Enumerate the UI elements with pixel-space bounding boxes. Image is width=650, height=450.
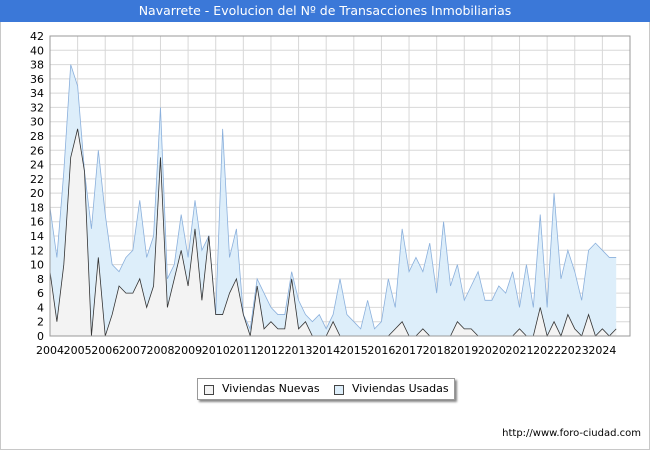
y-tick-label: 34: [30, 87, 44, 100]
y-tick-label: 20: [30, 187, 44, 200]
legend-label-usadas: Viviendas Usadas: [352, 382, 449, 395]
x-tick-label: 2010: [202, 344, 230, 357]
legend-label-nuevas: Viviendas Nuevas: [222, 382, 320, 395]
y-tick-label: 14: [30, 230, 44, 243]
x-tick-label: 2007: [119, 344, 147, 357]
y-tick-label: 32: [30, 101, 44, 114]
x-tick-label: 2017: [395, 344, 423, 357]
y-tick-label: 12: [30, 244, 44, 257]
x-tick-label: 2019: [450, 344, 478, 357]
footer-url: http://www.foro-ciudad.com: [502, 428, 641, 439]
x-tick-label: 2011: [229, 344, 257, 357]
y-tick-label: 4: [37, 301, 44, 314]
y-tick-label: 40: [30, 44, 44, 57]
x-tick-label: 2012: [257, 344, 285, 357]
x-tick-label: 2006: [91, 344, 119, 357]
y-tick-label: 16: [30, 216, 44, 229]
x-tick-label: 2014: [312, 344, 340, 357]
y-tick-label: 36: [30, 73, 44, 86]
x-tick-label: 2021: [506, 344, 534, 357]
y-tick-label: 30: [30, 116, 44, 129]
y-tick-label: 10: [30, 259, 44, 272]
y-tick-label: 2: [37, 316, 44, 329]
x-tick-label: 2008: [146, 344, 174, 357]
x-tick-label: 2015: [340, 344, 368, 357]
y-tick-label: 28: [30, 130, 44, 143]
x-tick-label: 2018: [423, 344, 451, 357]
y-tick-label: 18: [30, 201, 44, 214]
y-tick-label: 24: [30, 159, 44, 172]
chart-area: 0246810121416182022242628303234363840422…: [30, 30, 631, 357]
legend-swatch-nuevas: [204, 385, 214, 395]
legend: Viviendas Nuevas Viviendas Usadas: [197, 378, 455, 400]
y-tick-label: 42: [30, 30, 44, 43]
y-tick-label: 6: [37, 287, 44, 300]
y-tick-label: 0: [37, 330, 44, 343]
x-tick-label: 2004: [36, 344, 64, 357]
y-tick-label: 8: [37, 273, 44, 286]
x-tick-label: 2022: [533, 344, 561, 357]
x-tick-label: 2005: [64, 344, 92, 357]
y-tick-label: 38: [30, 59, 44, 72]
x-tick-label: 2020: [478, 344, 506, 357]
x-tick-label: 2016: [367, 344, 395, 357]
x-tick-label: 2023: [561, 344, 589, 357]
x-tick-label: 2013: [285, 344, 313, 357]
chart-title: Navarrete - Evolucion del Nº de Transacc…: [0, 0, 650, 22]
y-tick-label: 26: [30, 144, 44, 157]
x-tick-label: 2009: [174, 344, 202, 357]
x-tick-label: 2024: [588, 344, 616, 357]
y-tick-label: 22: [30, 173, 44, 186]
legend-swatch-usadas: [334, 385, 344, 395]
